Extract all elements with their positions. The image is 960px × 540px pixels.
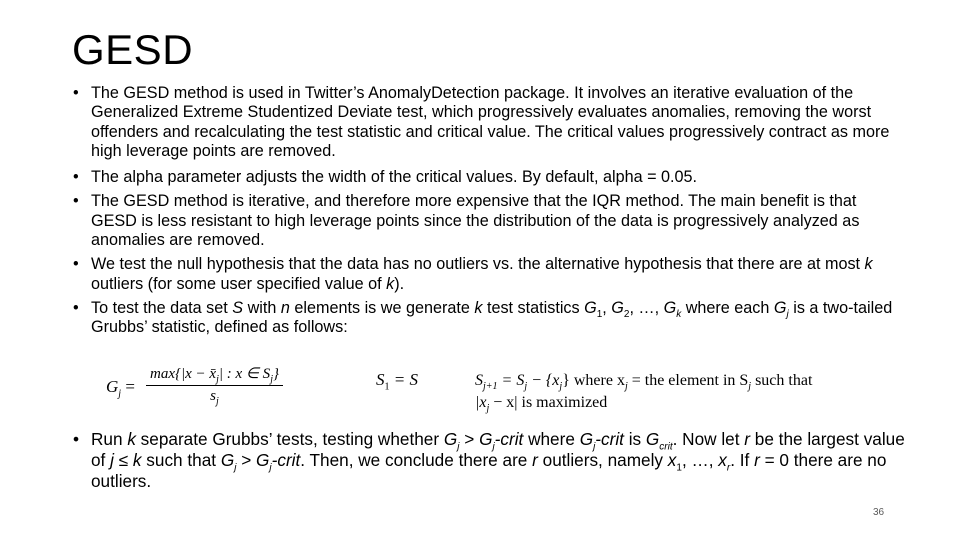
math-var: n (280, 298, 290, 317)
formula-g: G (106, 377, 119, 396)
formula-denominator: sj (146, 386, 283, 407)
text-run: elements is we generate (289, 298, 475, 317)
set-update-line-2: |xj − x| is maximized (475, 392, 915, 414)
text-run: . Then, we conclude there are (300, 450, 533, 470)
bullet-list: • The GESD method is used in Twitter’s A… (73, 84, 903, 343)
math-var: G (579, 429, 594, 449)
set-update-line-1: Sj+1 = Sj − {xj} where xj = the element … (475, 370, 915, 392)
bullet-text: The GESD method is iterative, and theref… (91, 192, 860, 250)
bullet-item: • The alpha parameter adjusts the width … (73, 168, 903, 187)
bullet-icon: • (73, 192, 79, 211)
math-var: k (386, 274, 395, 293)
math-var: G (611, 298, 624, 317)
text-run: > (459, 429, 480, 449)
set-var: S (475, 372, 483, 389)
math-var: G (443, 429, 458, 449)
math-var: S (232, 298, 244, 317)
bullet-icon: • (73, 255, 79, 274)
set-text: = S (497, 372, 525, 389)
text-run: where each (681, 298, 774, 317)
text-run: separate Grubbs’ tests, testing whether (135, 429, 444, 449)
math-var: G (584, 298, 597, 317)
text-run: > (236, 450, 257, 470)
math-var: k (127, 429, 136, 449)
bullet-item: • To test the data set S with n elements… (73, 299, 903, 338)
math-var: G (773, 298, 787, 317)
numerator-text: | : x ∈ S (218, 366, 271, 382)
text-run: with (243, 298, 281, 317)
set-text: } where x (562, 372, 625, 389)
set-text: − {x (527, 372, 560, 389)
math-var: -crit (595, 429, 624, 449)
text-run: test statistics (482, 298, 585, 317)
text-run: , (602, 298, 612, 317)
text-run: outliers, namely (537, 450, 668, 470)
bullet-icon: • (73, 168, 79, 187)
denominator-sub: j (216, 396, 219, 407)
text-run: , …, (681, 450, 719, 470)
text-run: . Now let (672, 429, 745, 449)
page-number: 36 (873, 507, 885, 518)
bullet-text: The alpha parameter adjusts the width of… (91, 168, 698, 187)
text-run: , …, (629, 298, 664, 317)
math-var: -crit (494, 429, 524, 449)
bullet-icon: • (73, 298, 79, 317)
bullet-item: • We test the null hypothesis that the d… (73, 255, 903, 294)
text-run: outliers (for some user specified value … (91, 274, 387, 293)
slide-title: GESD (72, 26, 194, 73)
math-var: j ≤ k (110, 450, 142, 470)
set-text: |x (475, 394, 487, 411)
bullet-text: Run k separate Grubbs’ tests, testing wh… (91, 429, 905, 491)
formula-fraction: max{|x − x̄j| : x ∈ Sj} sj (146, 364, 283, 407)
bullet-item: • The GESD method is used in Twitter’s A… (73, 84, 903, 161)
math-var: G (663, 298, 677, 317)
math-var: G (645, 429, 660, 449)
set-text: = the element in S (627, 372, 749, 389)
bullet-text: To test the data set S with n elements i… (91, 299, 892, 336)
text-run: We test the null hypothesis that the dat… (91, 255, 865, 274)
bullet-item: • The GESD method is iterative, and ther… (73, 192, 903, 250)
set-var: S (376, 370, 385, 389)
math-var: x (718, 450, 727, 470)
text-run: ). (394, 274, 405, 293)
formula-numerator: max{|x − x̄j| : x ∈ Sj} (146, 364, 283, 386)
set-text: = S (389, 370, 418, 389)
math-var: G (220, 450, 235, 470)
grubbs-formula: Gj = max{|x − x̄j| : x ∈ Sj} sj (106, 364, 306, 414)
formula-lhs: Gj = (106, 377, 135, 399)
set-update-formula: Sj+1 = Sj − {xj} where xj = the element … (475, 370, 915, 414)
bullet-item: • Run k separate Grubbs’ tests, testing … (73, 429, 921, 492)
text-run: where (523, 429, 580, 449)
formula-equals: = (121, 377, 135, 396)
set-text: − x| is maximized (489, 394, 608, 411)
bullet-text: We test the null hypothesis that the dat… (91, 255, 873, 292)
set-text: such that (751, 372, 813, 389)
text-run: such that (141, 450, 221, 470)
numerator-text: max{|x − x̄ (150, 366, 217, 382)
set-sub: j+1 (483, 381, 498, 393)
math-var: -crit (271, 450, 301, 470)
bullet-icon: • (73, 429, 80, 449)
text-run: Run (91, 429, 128, 449)
math-var: G (479, 429, 493, 449)
text-run: is (623, 429, 646, 449)
text-run: . If (730, 450, 755, 470)
set-init-formula: S1 = S (376, 370, 418, 392)
bullet-text: The GESD method is used in Twitter’s Ano… (91, 84, 890, 160)
numerator-text: } (272, 366, 279, 382)
math-var: G (256, 450, 270, 470)
bullet-icon: • (73, 84, 79, 102)
math-var: k (864, 255, 873, 274)
text-run: To test the data set (91, 298, 233, 317)
